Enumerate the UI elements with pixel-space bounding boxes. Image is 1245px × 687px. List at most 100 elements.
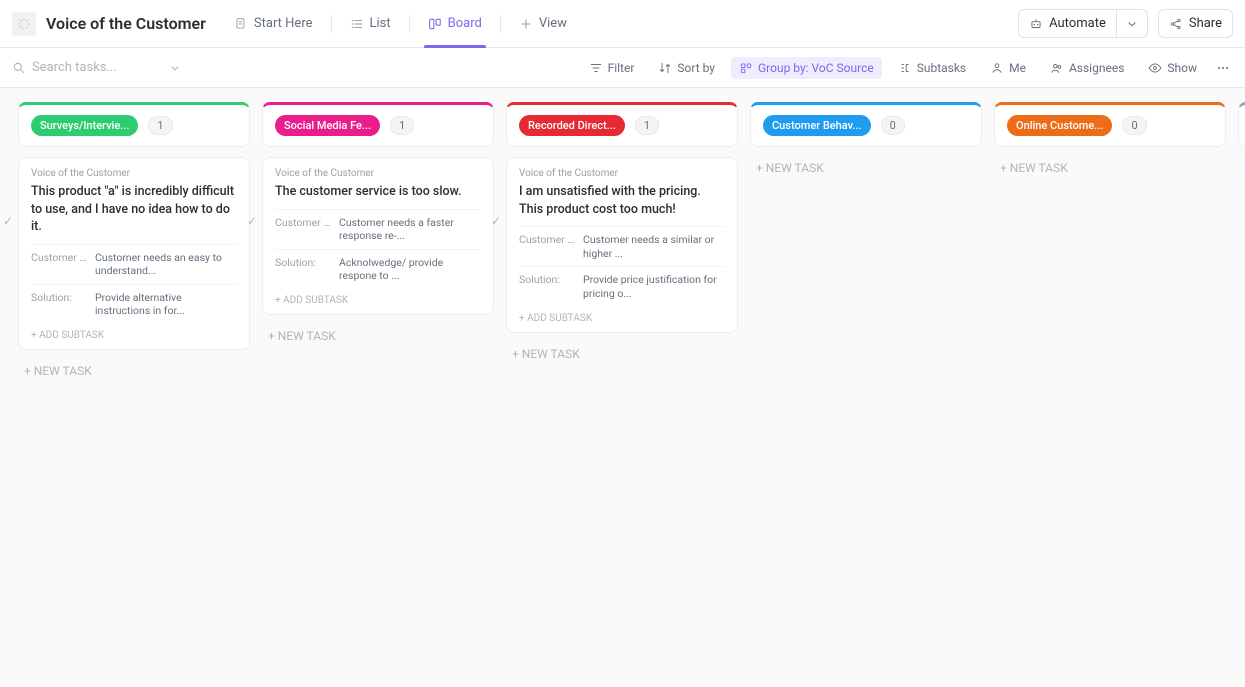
column-count: 1 — [148, 116, 172, 135]
filter-button[interactable]: Filter — [581, 57, 643, 79]
tab-label: Board — [448, 16, 482, 31]
more-icon — [1215, 61, 1231, 75]
tab-add-view[interactable]: View — [507, 0, 579, 48]
board-column: Di... + N — [1238, 102, 1245, 179]
logo-icon — [17, 17, 31, 31]
card-field-value: Provide alternative instructions in for.… — [95, 291, 237, 318]
chevron-down-icon[interactable] — [168, 61, 182, 75]
card-field-row: Solution: Provide price justification for… — [519, 266, 725, 306]
search-icon — [12, 61, 26, 75]
tab-label: View — [539, 16, 567, 31]
show-label: Show — [1167, 61, 1197, 75]
more-button[interactable] — [1213, 57, 1233, 79]
new-task-button[interactable]: + NEW TASK — [506, 343, 738, 365]
subtasks-button[interactable]: Subtasks — [890, 57, 974, 79]
tab-start-here[interactable]: Start Here — [222, 0, 325, 48]
group-button[interactable]: Group by: VoC Source — [731, 57, 882, 79]
card-field-row: Solution: Provide alternative instruction… — [31, 284, 237, 324]
share-icon — [1169, 17, 1183, 31]
column-header[interactable]: Online Custome... 0 — [994, 102, 1226, 147]
me-button[interactable]: Me — [982, 57, 1034, 79]
share-button[interactable]: Share — [1158, 9, 1233, 38]
card-field-row: Customer ... Customer needs a faster resp… — [275, 209, 481, 249]
search-wrap — [12, 60, 192, 75]
new-task-button[interactable]: + NEW TASK — [262, 325, 494, 347]
column-count: 1 — [635, 116, 659, 135]
column-count: 0 — [1122, 116, 1146, 135]
board-column: Online Custome... 0 + NEW TASK — [994, 102, 1226, 179]
card-field-value: Acknolwedge/ provide respone to ... — [339, 256, 481, 283]
card-field-value: Customer needs an easy to understand... — [95, 251, 237, 278]
tab-separator — [331, 15, 332, 33]
page-title: Voice of the Customer — [46, 14, 206, 33]
plus-icon — [519, 17, 533, 31]
card-field-label: Solution: — [519, 273, 575, 300]
filter-icon — [589, 61, 603, 75]
check-icon: ✓ — [247, 214, 257, 228]
group-label: Group by: VoC Source — [758, 61, 874, 75]
robot-icon — [1029, 17, 1043, 31]
tab-label: List — [370, 16, 391, 31]
board-column: Customer Behav...0 + NEW TASK — [750, 102, 982, 179]
column-header[interactable]: Surveys/Intervie... 1 — [18, 102, 250, 147]
assignees-label: Assignees — [1069, 61, 1124, 75]
add-subtask-button[interactable]: + ADD SUBTASK — [519, 307, 725, 326]
column-badge: Online Custome... — [1007, 115, 1112, 136]
assignees-button[interactable]: Assignees — [1042, 57, 1132, 79]
app-logo — [12, 12, 36, 36]
board-icon — [428, 17, 442, 31]
sort-button[interactable]: Sort by — [650, 57, 723, 79]
tab-separator — [500, 15, 501, 33]
card-field-label: Solution: — [31, 291, 87, 318]
card-field-value: Customer needs a faster response re-... — [339, 216, 481, 243]
card-space-label: Voice of the Customer — [31, 168, 237, 179]
people-icon — [1050, 61, 1064, 75]
show-button[interactable]: Show — [1140, 57, 1205, 79]
sort-label: Sort by — [677, 61, 715, 75]
column-count: 1 — [390, 116, 414, 135]
new-task-button[interactable]: + NEW TASK — [18, 360, 250, 382]
column-header[interactable]: Customer Behav...0 — [750, 102, 982, 147]
card-field-value: Provide price justification for pricing … — [583, 273, 725, 300]
task-card[interactable]: ✓Voice of the CustomerThe customer servi… — [262, 157, 494, 315]
automate-dropdown[interactable] — [1117, 9, 1148, 38]
tab-list[interactable]: List — [338, 0, 403, 48]
tab-label: Start Here — [254, 16, 313, 31]
me-label: Me — [1009, 61, 1026, 75]
task-card[interactable]: ✓Voice of the CustomerI am unsatisfied w… — [506, 157, 738, 333]
automate-button[interactable]: Automate — [1018, 9, 1117, 38]
card-space-label: Voice of the Customer — [275, 168, 481, 179]
board-column: Recorded Direct... 1 ✓Voice of the Custome… — [506, 102, 738, 365]
add-subtask-button[interactable]: + ADD SUBTASK — [31, 324, 237, 343]
card-field-label: Customer ... — [519, 233, 575, 260]
card-space-label: Voice of the Customer — [519, 168, 725, 179]
card-field-value: Customer needs a similar or higher ... — [583, 233, 725, 260]
search-input[interactable] — [32, 60, 162, 75]
new-task-button[interactable]: + NEW TASK — [750, 157, 982, 179]
column-badge: Recorded Direct... — [519, 115, 625, 136]
new-task-button[interactable]: + N — [1238, 157, 1245, 179]
check-icon: ✓ — [3, 214, 13, 228]
column-header[interactable]: Di... — [1238, 102, 1245, 147]
toolbar: Filter Sort by Group by: VoC Source Subt… — [0, 48, 1245, 88]
check-icon: ✓ — [491, 214, 501, 228]
card-title: This product "a" is incredibly difficult… — [31, 183, 237, 236]
tab-separator — [409, 15, 410, 33]
task-card[interactable]: ✓Voice of the CustomerThis product "a" i… — [18, 157, 250, 350]
column-header[interactable]: Recorded Direct... 1 — [506, 102, 738, 147]
list-icon — [350, 17, 364, 31]
card-field-row: Customer ... Customer needs a similar or … — [519, 226, 725, 266]
share-label: Share — [1189, 16, 1222, 31]
automate-label: Automate — [1049, 16, 1106, 31]
add-subtask-button[interactable]: + ADD SUBTASK — [275, 289, 481, 308]
automate-group: Automate — [1012, 9, 1148, 38]
card-field-label: Customer ... — [31, 251, 87, 278]
sort-icon — [658, 61, 672, 75]
eye-icon — [1148, 61, 1162, 75]
doc-icon — [234, 17, 248, 31]
column-badge: Surveys/Intervie... — [31, 115, 138, 136]
new-task-button[interactable]: + NEW TASK — [994, 157, 1226, 179]
column-header[interactable]: Social Media Fe...1 — [262, 102, 494, 147]
card-field-label: Customer ... — [275, 216, 331, 243]
tab-board[interactable]: Board — [416, 0, 494, 48]
